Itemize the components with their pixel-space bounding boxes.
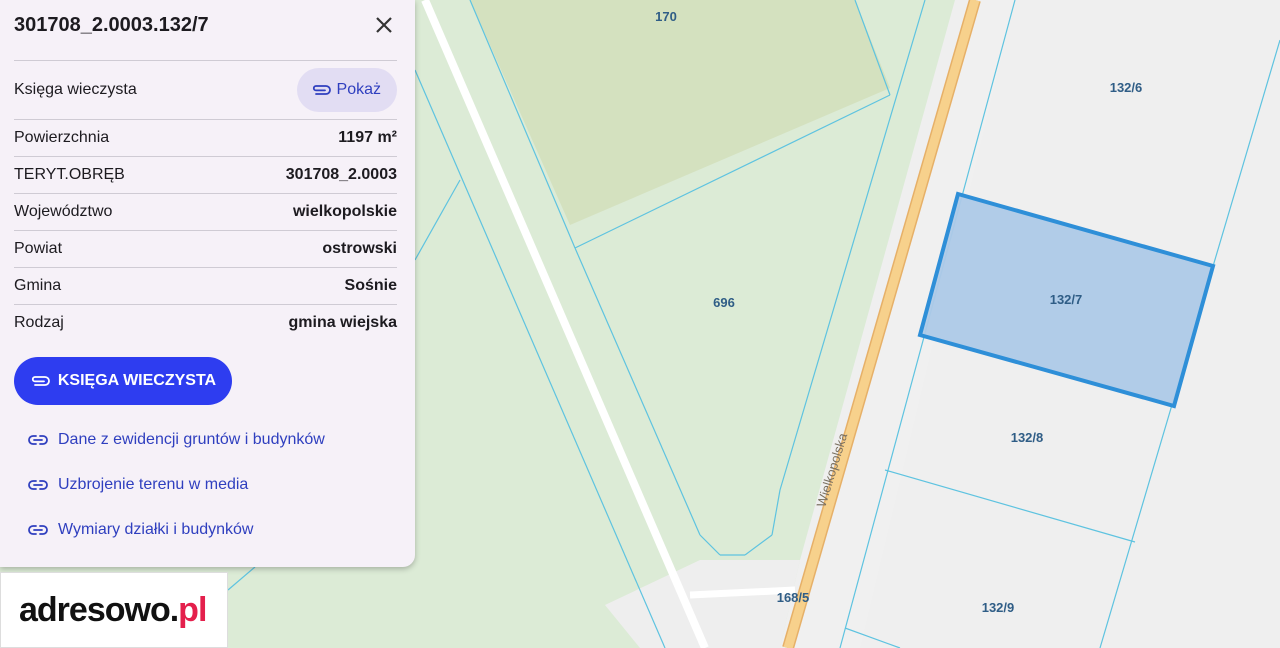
parcel-info-panel: 301708_2.0003.132/7 Księga wieczysta Pok… <box>0 0 415 567</box>
link-icon <box>28 435 48 445</box>
row-value: gmina wiejska <box>288 314 398 331</box>
row-land-registry: Księga wieczysta Pokaż <box>14 60 397 119</box>
logo-accent: pl <box>178 590 207 629</box>
row-label: Księga wieczysta <box>14 81 137 98</box>
link-dimensions[interactable]: Wymiary działki i budynków <box>28 521 253 539</box>
row-value: 301708_2.0003 <box>285 166 397 183</box>
link-icon <box>28 480 48 490</box>
link-utilities[interactable]: Uzbrojenie terenu w media <box>28 476 248 494</box>
row-county: Powiat ostrowski <box>14 230 397 267</box>
row-label: Powiat <box>14 240 63 257</box>
close-button[interactable] <box>371 12 397 38</box>
row-voivodeship: Województwo wielkopolskie <box>14 193 397 230</box>
show-land-registry-button[interactable]: Pokaż <box>296 68 397 112</box>
parcel-label[interactable]: 132/9 <box>982 600 1015 615</box>
row-type: Rodzaj gmina wiejska <box>14 304 397 341</box>
row-commune: Gmina Sośnie <box>14 267 397 304</box>
row-value: 1197 m² <box>338 129 397 146</box>
row-label: Rodzaj <box>14 314 64 331</box>
parcel-label[interactable]: 696 <box>713 295 735 310</box>
link-icon <box>28 525 48 535</box>
row-value: ostrowski <box>322 240 397 257</box>
parcel-label[interactable]: 132/6 <box>1110 80 1143 95</box>
row-label: Powierzchnia <box>14 129 110 146</box>
parcel-label[interactable]: 132/7 <box>1050 292 1083 307</box>
row-label: TERYT.OBRĘB <box>14 166 125 183</box>
row-area: Powierzchnia 1197 m² <box>14 119 397 156</box>
close-icon <box>376 17 392 33</box>
land-registry-button[interactable]: KSIĘGA WIECZYSTA <box>14 357 232 405</box>
row-label: Gmina <box>14 277 62 294</box>
row-label: Województwo <box>14 203 113 220</box>
link-land-records[interactable]: Dane z ewidencji gruntów i budynków <box>28 431 325 449</box>
parcel-label[interactable]: 170 <box>655 9 677 24</box>
row-teryt: TERYT.OBRĘB 301708_2.0003 <box>14 156 397 193</box>
row-value: Sośnie <box>344 277 397 294</box>
attachment-icon <box>31 376 50 386</box>
parcel-label[interactable]: 132/8 <box>1011 430 1044 445</box>
adresowo-logo[interactable]: adresowo. pl <box>0 572 228 648</box>
attachment-icon <box>312 85 331 95</box>
logo-text: adresowo. <box>19 590 179 629</box>
parcel-title: 301708_2.0003.132/7 <box>14 14 209 36</box>
parcel-label[interactable]: 168/5 <box>777 590 810 605</box>
row-value: wielkopolskie <box>292 203 397 220</box>
